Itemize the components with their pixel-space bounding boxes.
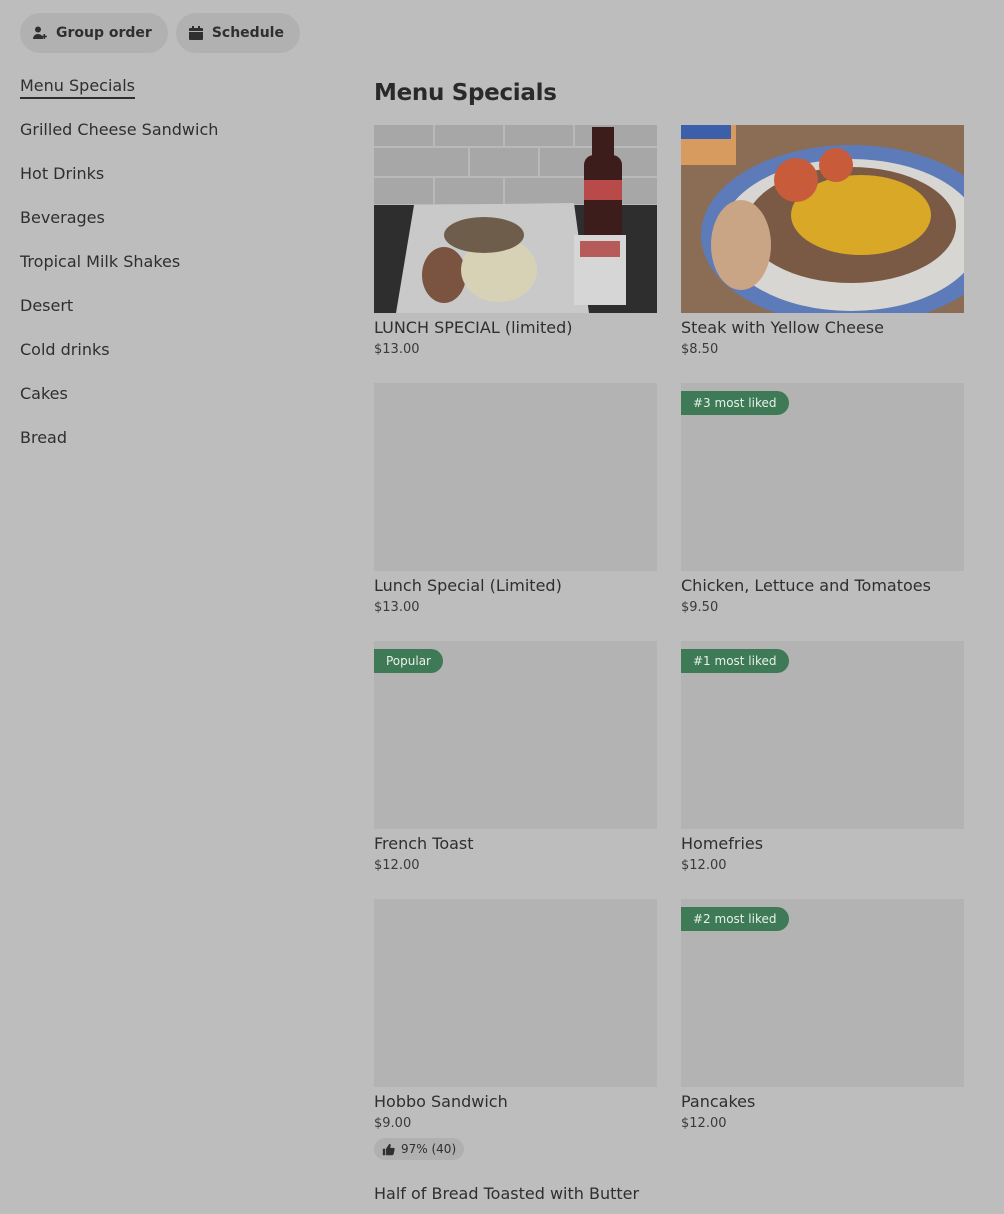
menu-item-photo: #3 most liked: [681, 383, 964, 571]
menu-item-photo: [374, 125, 657, 313]
menu-item-price: $8.50: [681, 342, 719, 357]
section-title: Menu Specials: [374, 80, 557, 106]
menu-item-price: $9.00: [374, 1116, 412, 1131]
group-order-button[interactable]: Group order: [20, 13, 168, 53]
sidebar-item-label: Cold drinks: [20, 340, 110, 359]
menu-item-name: Pancakes: [681, 1092, 756, 1111]
sidebar-item-label: Desert: [20, 296, 74, 315]
menu-item-card[interactable]: Popular French Toast $12.00: [374, 641, 657, 899]
schedule-label: Schedule: [211, 25, 284, 41]
menu-item-photo: #1 most liked: [681, 641, 964, 829]
most-liked-badge: #2 most liked: [681, 907, 789, 931]
sidebar-item-label: Tropical Milk Shakes: [20, 252, 181, 271]
menu-item-card[interactable]: #1 most liked Homefries $12.00: [681, 641, 964, 899]
sidebar-item-menu-specials[interactable]: Menu Specials: [20, 74, 320, 118]
most-liked-badge: #3 most liked: [681, 391, 789, 415]
sidebar-item-hot-drinks[interactable]: Hot Drinks: [20, 162, 320, 206]
menu-item-price: $12.00: [681, 858, 727, 873]
menu-section: Menu Specials LUNCH SPECIAL (limited) $1…: [374, 78, 964, 1160]
sidebar-item-label: Beverages: [20, 208, 105, 227]
menu-item-name: LUNCH SPECIAL (limited): [374, 318, 573, 337]
menu-item-photo: [374, 383, 657, 571]
menu-item-photo: Popular: [374, 641, 657, 829]
menu-grid: LUNCH SPECIAL (limited) $13.00 Steak wit…: [374, 125, 964, 1160]
menu-item-card[interactable]: Steak with Yellow Cheese $8.50: [681, 125, 964, 383]
category-sidebar: Menu Specials Grilled Cheese Sandwich Ho…: [20, 74, 320, 470]
rating-text: 97% (40): [401, 1142, 457, 1156]
rating-badge: 97% (40): [374, 1138, 465, 1160]
sidebar-item-label: Menu Specials: [20, 76, 135, 99]
menu-item-card[interactable]: #2 most liked Pancakes $12.00: [681, 899, 964, 1157]
sidebar-item-label: Grilled Cheese Sandwich: [20, 120, 219, 139]
menu-item-photo: [374, 899, 657, 1087]
menu-item-card[interactable]: Lunch Special (Limited) $13.00: [374, 383, 657, 641]
menu-item-card[interactable]: #3 most liked Chicken, Lettuce and Tomat…: [681, 383, 964, 641]
menu-item-price: $13.00: [374, 342, 420, 357]
menu-item-name[interactable]: Half of Bread Toasted with Butter: [374, 1184, 639, 1203]
sidebar-item-beverages[interactable]: Beverages: [20, 206, 320, 250]
sidebar-item-grilled-cheese-sandwich[interactable]: Grilled Cheese Sandwich: [20, 118, 320, 162]
sidebar-item-cakes[interactable]: Cakes: [20, 382, 320, 426]
menu-item-name: French Toast: [374, 834, 474, 853]
sidebar-item-bread[interactable]: Bread: [20, 426, 320, 470]
thumbs-up-icon: [382, 1143, 395, 1155]
menu-item-name: Homefries: [681, 834, 764, 853]
menu-item-price: $13.00: [374, 600, 420, 615]
menu-item-card[interactable]: LUNCH SPECIAL (limited) $13.00: [374, 125, 657, 383]
menu-item-name: Steak with Yellow Cheese: [681, 318, 884, 337]
sidebar-item-tropical-milk-shakes[interactable]: Tropical Milk Shakes: [20, 250, 320, 294]
menu-item-name: Hobbo Sandwich: [374, 1092, 508, 1111]
sidebar-item-desert[interactable]: Desert: [20, 294, 320, 338]
group-order-label: Group order: [56, 25, 152, 41]
menu-item-photo: [681, 125, 964, 313]
menu-item-photo: #2 most liked: [681, 899, 964, 1087]
menu-item-card[interactable]: Hobbo Sandwich $9.00 97% (40): [374, 899, 657, 1160]
calendar-icon: [188, 25, 204, 41]
schedule-button[interactable]: Schedule: [175, 13, 300, 53]
menu-item-price: $12.00: [681, 1116, 727, 1131]
menu-item-price: $12.00: [374, 858, 420, 873]
menu-item-name: Lunch Special (Limited): [374, 576, 562, 595]
sidebar-item-label: Bread: [20, 428, 68, 447]
menu-item-price: $9.50: [681, 600, 719, 615]
topbar: Group order Schedule: [20, 13, 300, 53]
add-person-icon: [32, 25, 48, 41]
popular-badge: Popular: [374, 649, 443, 673]
sidebar-item-label: Hot Drinks: [20, 164, 105, 183]
menu-item-name: Chicken, Lettuce and Tomatoes: [681, 576, 931, 595]
most-liked-badge: #1 most liked: [681, 649, 789, 673]
sidebar-item-label: Cakes: [20, 384, 68, 403]
sidebar-item-cold-drinks[interactable]: Cold drinks: [20, 338, 320, 382]
